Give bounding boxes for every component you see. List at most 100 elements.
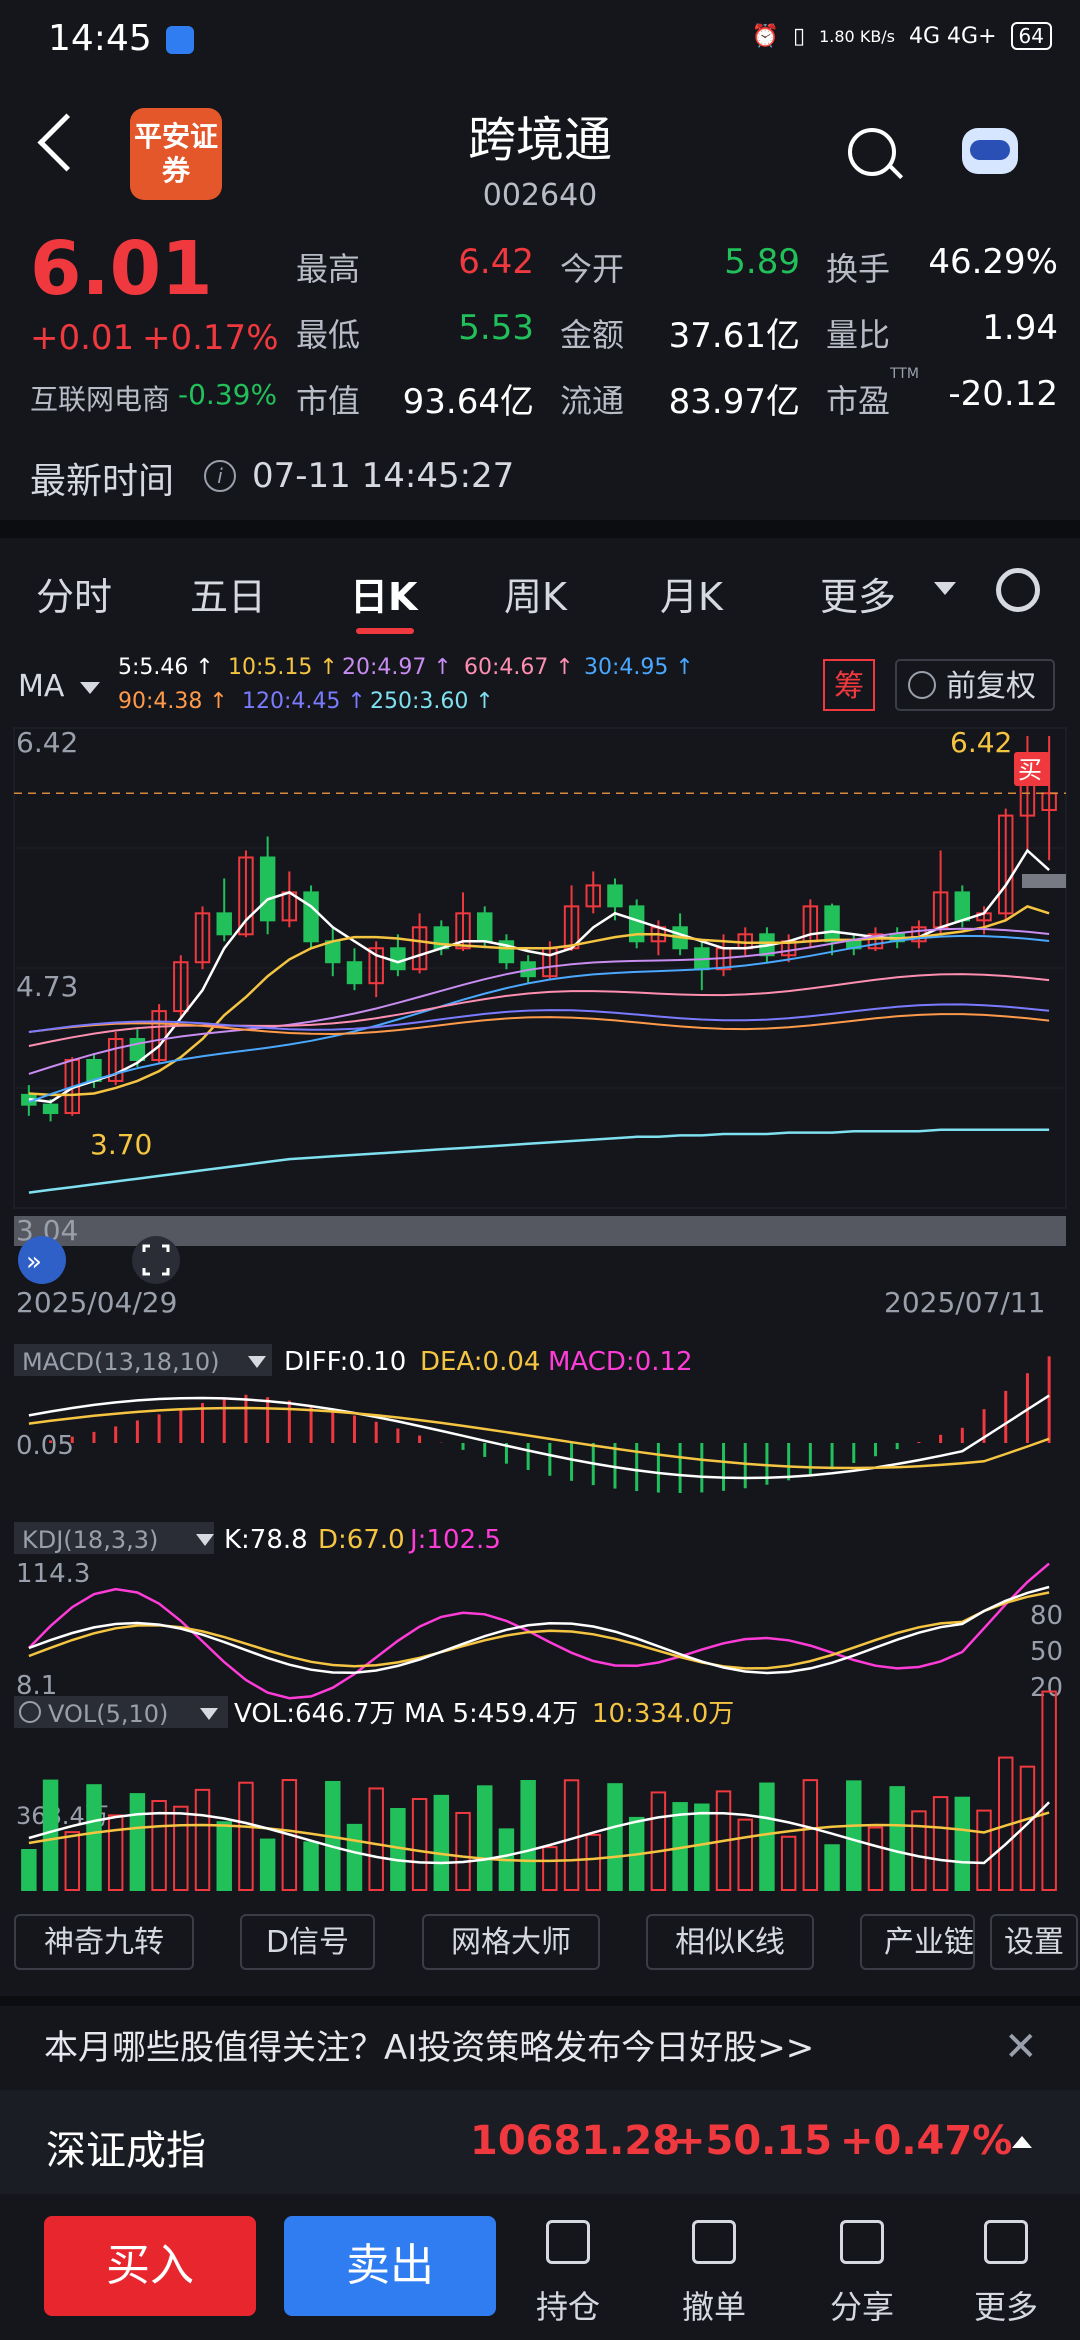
vibrate-icon: ▯ xyxy=(793,23,806,49)
tab-0[interactable]: 分时 xyxy=(36,566,112,621)
ma-label: MA xyxy=(18,669,65,704)
info-icon xyxy=(908,671,936,699)
current-price: 6.01 xyxy=(30,226,213,312)
candle xyxy=(476,912,493,943)
index-change: +50.15 xyxy=(672,2118,833,2164)
vol-bar xyxy=(368,1787,384,1892)
ma-item: 90:4.38 ↑ xyxy=(118,689,228,714)
marker-low: 3.70 xyxy=(90,1128,152,1161)
vol-bar xyxy=(867,1826,884,1891)
ma-line-ma5 xyxy=(28,848,1050,1104)
date-end: 2025/07/11 xyxy=(884,1286,1045,1319)
tool-button[interactable]: 产业链 xyxy=(860,1914,975,1970)
chevron-down-icon[interactable] xyxy=(934,582,956,595)
vol-bar xyxy=(21,1849,37,1891)
vol-bar xyxy=(954,1796,971,1892)
nav-item[interactable]: 更多 xyxy=(946,2220,1066,2328)
sector-change: -0.39% xyxy=(178,378,278,411)
kdj-level: 50 xyxy=(1030,1637,1063,1667)
tab-2[interactable]: 日K xyxy=(350,566,417,621)
tool-button[interactable]: 神奇九转 xyxy=(14,1914,194,1970)
vol-bar xyxy=(259,1838,276,1891)
tab-active-indicator xyxy=(356,628,414,634)
nav-item[interactable]: 撤单 xyxy=(654,2220,774,2328)
tab-1[interactable]: 五日 xyxy=(190,566,266,621)
divider xyxy=(0,520,1080,538)
vol-bar xyxy=(585,1833,602,1891)
cancel-order-icon xyxy=(692,2220,736,2264)
info-icon[interactable]: i xyxy=(204,460,236,492)
tab-3[interactable]: 周K xyxy=(504,566,567,621)
candle xyxy=(42,1103,59,1115)
kdj-level: 20 xyxy=(1030,1673,1063,1703)
vol-bar xyxy=(194,1788,211,1891)
vol-bar xyxy=(542,1846,558,1892)
candle xyxy=(607,884,623,908)
vol-bar xyxy=(129,1793,146,1892)
quote-value: 83.97亿 xyxy=(668,382,800,422)
adjust-label: 前复权 xyxy=(946,669,1036,704)
vol-bar xyxy=(346,1823,363,1892)
nav-item[interactable]: 分享 xyxy=(802,2220,922,2328)
vol-bar xyxy=(824,1844,840,1891)
candle xyxy=(390,947,406,971)
ma-line-extra xyxy=(28,934,1050,1103)
nav-label: 撤单 xyxy=(681,2288,746,2326)
kdj-top: 114.3 xyxy=(16,1559,90,1589)
nav-label: 更多 xyxy=(973,2288,1038,2326)
tool-button[interactable]: D信号 xyxy=(240,1914,375,1970)
vol-bar xyxy=(238,1781,254,1891)
axis-low-band xyxy=(14,1216,1066,1246)
ma-item: 30:4.95 ↑ xyxy=(584,655,694,680)
close-icon[interactable]: ✕ xyxy=(1004,2024,1038,2070)
tool-button[interactable]: 网格大师 xyxy=(422,1914,600,1970)
nav-item[interactable]: 持仓 xyxy=(508,2220,628,2328)
quote-value: -20.12 xyxy=(948,374,1058,414)
last-price-tag xyxy=(1022,874,1066,888)
chevron-up-icon[interactable] xyxy=(1012,2136,1032,2148)
index-value: 10681.28 xyxy=(470,2118,681,2164)
ai-assistant-icon[interactable] xyxy=(962,128,1018,174)
vol-bar xyxy=(889,1786,905,1891)
vol-bar xyxy=(42,1779,59,1892)
vol-bar xyxy=(173,1805,189,1891)
sector-name[interactable]: 互联网电商 xyxy=(30,378,170,418)
tab-4[interactable]: 月K xyxy=(660,566,723,621)
signal-icon: 4G 4G+ xyxy=(909,23,997,49)
vol-bar xyxy=(607,1783,623,1891)
update-time: 07-11 14:45:27 xyxy=(252,456,515,496)
quote-value: 5.89 xyxy=(724,242,800,282)
quote-value: 1.94 xyxy=(982,308,1058,348)
tool-button[interactable]: 设置 xyxy=(990,1914,1078,1970)
divider xyxy=(0,1996,1080,2006)
vol-bar xyxy=(846,1780,862,1892)
vol-bar xyxy=(411,1798,428,1892)
axis-mid: 4.73 xyxy=(16,970,78,1003)
status-icons: ⏰ ▯ 1.80 KB/s 4G 4G+ 64 xyxy=(752,22,1052,50)
candle xyxy=(954,891,971,922)
kdj-k-line xyxy=(28,1585,1050,1675)
gear-icon[interactable] xyxy=(996,568,1040,612)
quote-value: 46.29% xyxy=(928,242,1058,282)
tool-button[interactable]: 相似K线 xyxy=(646,1914,814,1970)
price-change-pct: +0.17% xyxy=(142,318,279,358)
alarm-icon: ⏰ xyxy=(751,23,779,49)
update-label: 最新时间 xyxy=(30,461,175,502)
vol-label: VOL(5,10) xyxy=(48,1700,168,1728)
ma-line-ma250 xyxy=(28,1128,1050,1194)
kline-chart[interactable]: MA 5:5.46 ↑ 10:5.15 ↑ 20:4.97 ↑ 60:4.67 ↑ 30:… xyxy=(0,648,1080,1898)
vol-bar xyxy=(476,1785,493,1892)
macd-label: MACD(13,18,10) xyxy=(22,1348,220,1376)
axis-high: 6.42 xyxy=(16,726,78,759)
ma-item: 10:5.15 ↑ xyxy=(228,655,338,680)
vol-bar xyxy=(216,1821,232,1891)
tab-5[interactable]: 更多 xyxy=(820,566,896,621)
promo-banner[interactable]: 本月哪些股值得关注？AI投资策略发布今日好股>> xyxy=(44,2020,814,2069)
vol-bar xyxy=(520,1780,536,1891)
kdj-level: 80 xyxy=(1030,1601,1063,1631)
buy-marker: 买 xyxy=(1018,756,1042,784)
search-icon[interactable] xyxy=(848,128,896,176)
sell-button[interactable]: 卖出 xyxy=(284,2216,496,2316)
buy-button[interactable]: 买入 xyxy=(44,2216,256,2316)
candle xyxy=(259,856,276,922)
